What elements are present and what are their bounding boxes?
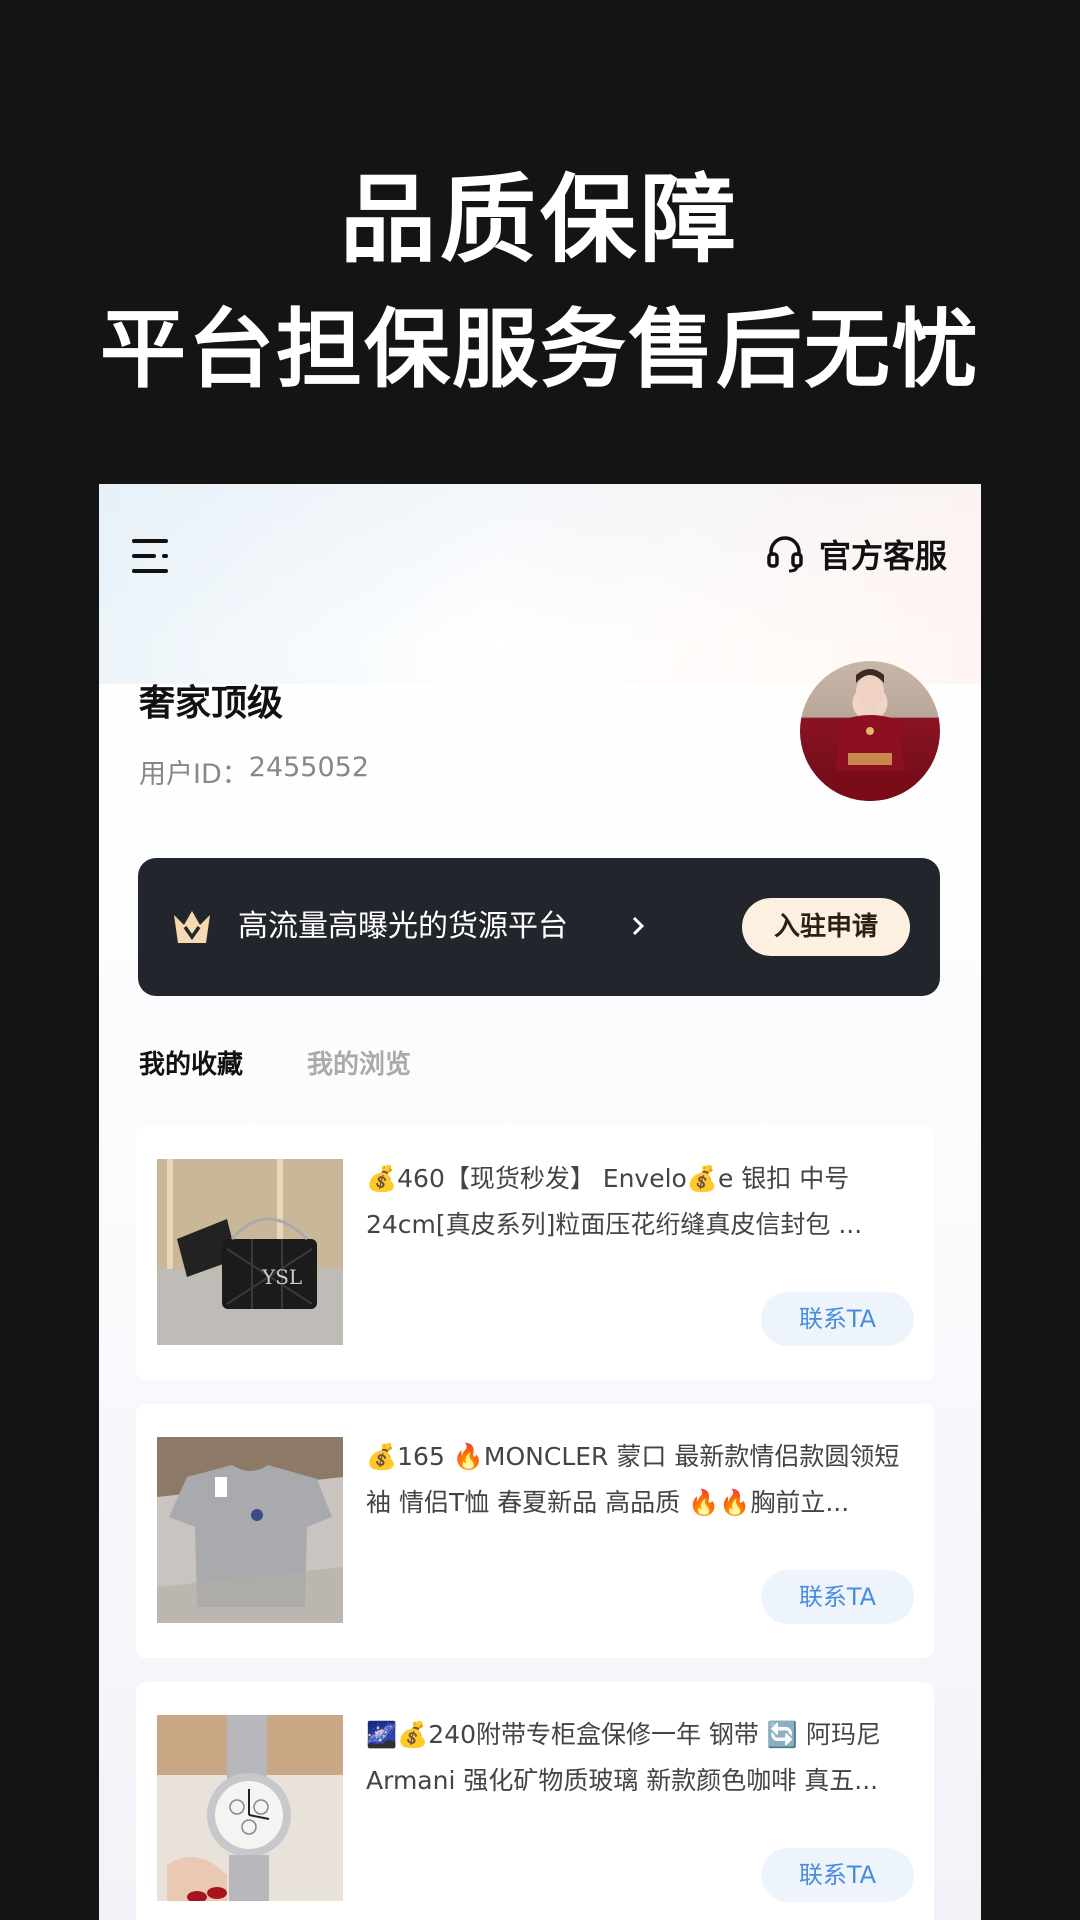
product-description: 🌌💰240附带专柜盒保修一年 钢带 🔄 阿玛尼 Armani 强化矿物质玻璃 新… (366, 1720, 881, 1795)
tab-history[interactable]: 我的浏览 (307, 1044, 411, 1081)
user-id: 用户ID： 2455052 (139, 752, 369, 791)
merchant-banner[interactable]: 高流量高曝光的货源平台 入驻申请 (138, 858, 940, 996)
tab-bar: 我的收藏 我的浏览 (139, 1044, 475, 1081)
headset-icon (767, 536, 803, 573)
svg-text:YSL: YSL (261, 1265, 302, 1289)
username: 奢家顶级 (139, 683, 284, 724)
crown-icon (174, 911, 210, 943)
list-item[interactable]: YSL 💰460【现货秒发】 Envelo💰e 银扣 中号24cm[真皮系列]粒… (136, 1126, 934, 1380)
promo-header: 品质保障 平台担保服务售后无忧 (0, 0, 1080, 484)
menu-icon[interactable] (132, 536, 172, 576)
chevron-right-icon (632, 916, 645, 936)
tab-favorites[interactable]: 我的收藏 (139, 1044, 243, 1081)
promo-subtitle: 平台担保服务售后无忧 (100, 300, 980, 400)
banner-text: 高流量高曝光的货源平台 (238, 909, 568, 944)
customer-service-button[interactable]: 官方客服 (765, 532, 947, 576)
apply-button[interactable]: 入驻申请 (742, 898, 910, 956)
user-id-label: 用户ID： (139, 759, 249, 790)
list-item[interactable]: 🌌💰240附带专柜盒保修一年 钢带 🔄 阿玛尼 Armani 强化矿物质玻璃 新… (136, 1682, 934, 1920)
app-screen: 官方客服 奢家顶级 用户ID： 2455052 高流量高曝光的货源平台 入驻申请… (99, 484, 981, 1920)
promo-title: 品质保障 (340, 164, 740, 276)
product-thumbnail[interactable] (157, 1437, 343, 1623)
product-thumbnail[interactable]: YSL (157, 1159, 343, 1345)
contact-button[interactable]: 联系TA (761, 1570, 914, 1624)
customer-service-label: 官方客服 (818, 537, 947, 575)
avatar[interactable] (800, 661, 940, 801)
product-description: 💰460【现货秒发】 Envelo💰e 银扣 中号24cm[真皮系列]粒面压花绗… (366, 1164, 863, 1239)
contact-button[interactable]: 联系TA (761, 1292, 914, 1346)
product-thumbnail[interactable] (157, 1715, 343, 1901)
product-description: 💰165 🔥MONCLER 蒙口 最新款情侣款圆领短袖 情侣T恤 春夏新品 高品… (366, 1442, 900, 1517)
contact-button[interactable]: 联系TA (761, 1848, 914, 1902)
user-id-value: 2455052 (248, 752, 370, 783)
list-item[interactable]: 💰165 🔥MONCLER 蒙口 最新款情侣款圆领短袖 情侣T恤 春夏新品 高品… (136, 1404, 934, 1658)
